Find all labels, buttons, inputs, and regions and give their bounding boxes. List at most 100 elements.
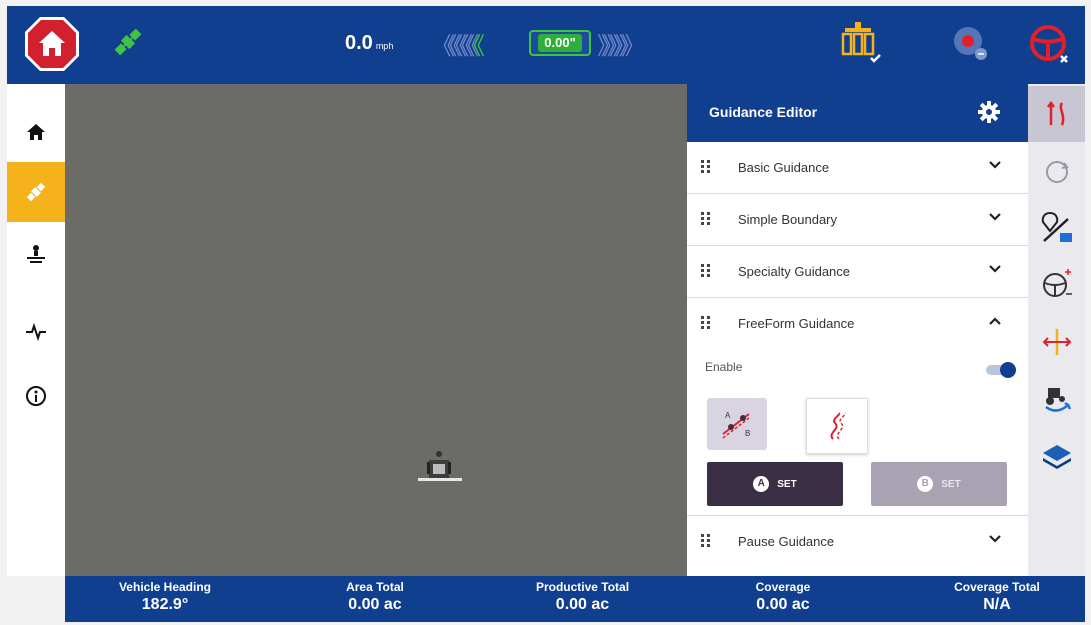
drag-handle-icon[interactable] [701, 316, 711, 330]
tool-vehicle-recenter[interactable] [1028, 372, 1085, 428]
chevron-down-icon[interactable] [988, 532, 1002, 546]
app-window: 0.0 mph 《《《《《《 0.00" 》》》》》 Guidance Edit… [0, 0, 1091, 625]
section-basic-guidance[interactable]: Basic Guidance [687, 142, 1028, 194]
stat-title: Productive Total [535, 580, 630, 594]
chevron-up-icon[interactable] [988, 314, 1002, 328]
section-label: Simple Boundary [738, 212, 837, 227]
stat-value: N/A [983, 596, 1011, 613]
left-sidebar [7, 84, 65, 576]
sidebar-item-guidance[interactable] [7, 162, 65, 222]
section-label: FreeForm Guidance [738, 316, 855, 331]
guidance-editor-panel: Guidance Editor Basic Guidance Simple Bo… [687, 84, 1028, 576]
stat-coverage: Coverage 0.00 ac [733, 580, 833, 614]
drag-handle-icon[interactable] [701, 160, 711, 174]
set-b-label: SET [941, 478, 961, 490]
tool-nudge[interactable] [1028, 314, 1085, 370]
diagnostics-icon [26, 322, 46, 342]
right-toolbar [1028, 84, 1085, 576]
stat-area-total: Area Total 0.00 ac [325, 580, 425, 614]
lightbar-active-chevron: 《 [473, 32, 485, 60]
recording-icon[interactable] [951, 24, 991, 64]
curve-line-icon [830, 412, 846, 440]
info-icon [26, 386, 46, 406]
stat-vehicle-heading: Vehicle Heading 182.9° [105, 580, 225, 614]
svg-text:A: A [725, 411, 731, 420]
home-icon [27, 124, 45, 140]
status-bar: Vehicle Heading 182.9° Area Total 0.00 a… [65, 576, 1085, 622]
set-a-label: SET [777, 478, 797, 490]
nudge-icon [1042, 329, 1071, 355]
speed-readout: 0.0 mph [345, 32, 393, 55]
map-view[interactable] [65, 84, 687, 576]
settings-button[interactable] [978, 101, 1000, 123]
set-b-button[interactable]: B SET [871, 462, 1007, 506]
cross-track-error-value: 0.00" [538, 34, 582, 52]
implement-status-icon[interactable] [835, 20, 883, 68]
stat-value: 0.00 ac [348, 596, 402, 613]
curve-line-tool-button[interactable] [806, 398, 868, 454]
sidebar-item-info[interactable] [7, 366, 65, 426]
sidebar-item-home[interactable] [7, 102, 65, 162]
speed-value: 0.0 [345, 32, 373, 54]
set-a-button[interactable]: A SET [707, 462, 843, 506]
section-specialty-guidance[interactable]: Specialty Guidance [687, 246, 1028, 298]
stat-value: 182.9° [141, 596, 189, 613]
set-points-row: A SET B SET [687, 458, 1028, 516]
point-b-letter: B [917, 476, 934, 492]
gps-satellite-icon[interactable] [110, 24, 146, 60]
stat-title: Coverage Total [954, 580, 1040, 594]
ab-line-tool-button[interactable]: A B [707, 398, 767, 450]
chevron-down-icon[interactable] [988, 158, 1002, 172]
lightbar-right-chevrons: 》》》》》 [597, 32, 645, 60]
enable-toggle[interactable] [986, 362, 1016, 378]
tool-guidance-lines[interactable] [1028, 86, 1085, 142]
home-icon [25, 17, 79, 71]
sidebar-item-field[interactable] [7, 224, 65, 284]
section-freeform-guidance[interactable]: FreeForm Guidance [687, 298, 1028, 350]
stat-title: Coverage [755, 580, 811, 594]
sidebar-item-diagnostics[interactable] [7, 302, 65, 362]
ab-line-icon: A B [722, 411, 750, 439]
chevron-down-icon[interactable] [988, 210, 1002, 224]
rotate-icon [1045, 161, 1069, 183]
stat-value: 0.00 ac [756, 596, 810, 613]
lightbar-left-chevrons: 《《《《《 [431, 32, 479, 60]
guidance-lines-icon [1046, 100, 1064, 126]
tractor-rotate-icon [1044, 388, 1071, 412]
panel-title: Guidance Editor [709, 104, 818, 120]
stat-title: Area Total [346, 580, 404, 594]
enable-label: Enable [705, 360, 743, 374]
tool-map-pin[interactable] [1028, 200, 1085, 256]
stat-coverage-total: Coverage Total N/A [937, 580, 1057, 614]
section-label: Basic Guidance [738, 160, 830, 175]
steering-wheel-icon[interactable] [1027, 22, 1073, 68]
drag-handle-icon[interactable] [701, 264, 711, 278]
cross-track-error-box: 0.00" [529, 30, 591, 56]
tool-steering-sensitivity[interactable] [1028, 256, 1085, 312]
speed-unit: mph [375, 41, 394, 51]
map-pin-icon [1041, 211, 1072, 242]
chevron-down-icon[interactable] [988, 262, 1002, 276]
drag-handle-icon[interactable] [701, 212, 711, 226]
gear-icon [978, 101, 1000, 123]
layers-icon [1042, 445, 1071, 469]
stat-value: 0.00 ac [555, 596, 610, 613]
field-icon [27, 245, 45, 263]
enable-row: Enable [687, 350, 1028, 390]
section-label: Pause Guidance [738, 534, 835, 549]
stat-title: Vehicle Heading [118, 580, 212, 594]
steering-wheel-icon [1042, 269, 1072, 297]
section-simple-boundary[interactable]: Simple Boundary [687, 194, 1028, 246]
home-button[interactable] [23, 15, 81, 73]
tool-shift-line[interactable] [1028, 144, 1085, 200]
svg-text:B: B [745, 429, 750, 438]
section-pause-guidance[interactable]: Pause Guidance [687, 516, 1028, 568]
drag-handle-icon[interactable] [701, 534, 711, 548]
section-label: Specialty Guidance [738, 264, 851, 279]
panel-header: Guidance Editor [687, 84, 1028, 142]
lightbar-right: 》》》》》 [597, 26, 645, 61]
guidance-icon [26, 182, 46, 202]
tool-layers[interactable] [1028, 430, 1085, 486]
lightbar-left: 《《《《《《 [431, 26, 485, 61]
pattern-tools: A B [687, 390, 1028, 458]
